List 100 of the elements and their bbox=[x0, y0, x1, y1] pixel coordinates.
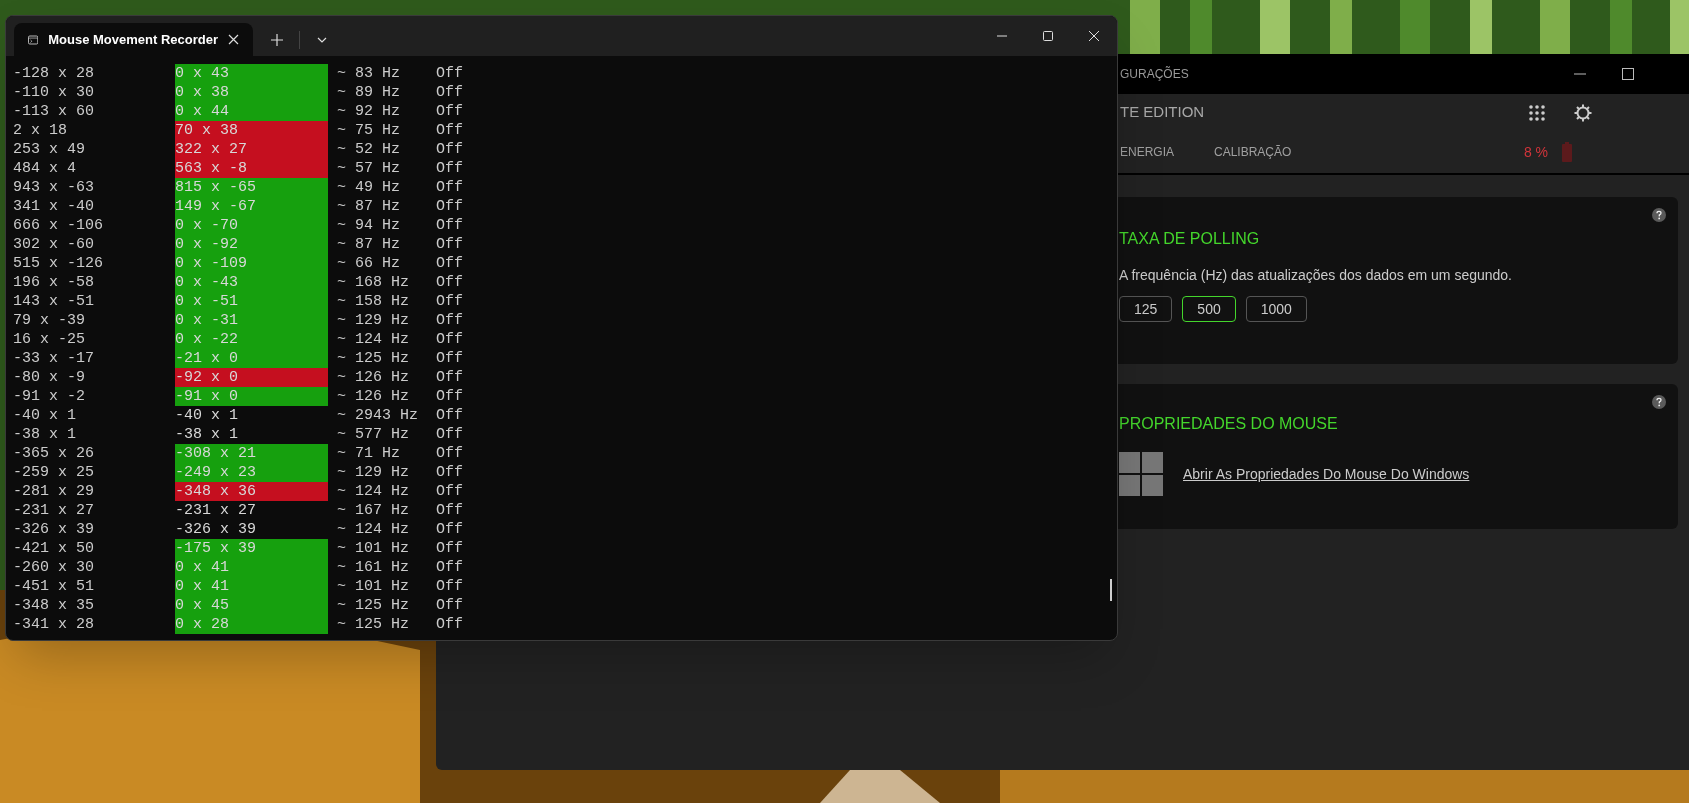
table-cell-text: -38 x 1 bbox=[13, 425, 77, 444]
table-cell-text: ~ 577 Hz bbox=[337, 425, 410, 444]
table-cell: -175 x 39 bbox=[175, 539, 328, 558]
table-cell: 0 x -43 bbox=[175, 273, 328, 292]
help-icon[interactable] bbox=[1652, 208, 1666, 222]
table-cell-text: 253 x 49 bbox=[13, 140, 86, 159]
table-cell-text: ~ 125 Hz bbox=[337, 596, 410, 615]
table-cell-text: ~ 125 Hz bbox=[337, 615, 410, 634]
table-cell-text: -281 x 29 bbox=[13, 482, 95, 501]
table-cell: Off bbox=[436, 463, 463, 482]
table-cell: Off bbox=[436, 482, 463, 501]
table-cell: Off bbox=[436, 121, 463, 140]
table-cell: -21 x 0 bbox=[175, 349, 328, 368]
table-cell-text: ~ 129 Hz bbox=[337, 463, 410, 482]
polling-rate-option[interactable]: 125 bbox=[1119, 296, 1173, 322]
table-cell-text: -33 x -17 bbox=[13, 349, 95, 368]
table-cell: Off bbox=[436, 216, 463, 235]
table-cell-text: -326 x 39 bbox=[175, 520, 257, 539]
table-cell-text: ~ 83 Hz bbox=[337, 64, 401, 83]
table-cell: Off bbox=[436, 577, 463, 596]
table-cell-text: ~ 124 Hz bbox=[337, 482, 410, 501]
table-cell-text: -260 x 30 bbox=[13, 558, 95, 577]
table-cell: -92 x 0 bbox=[175, 368, 328, 387]
polling-rate-option[interactable]: 1000 bbox=[1245, 296, 1307, 322]
table-cell: 0 x 41 bbox=[175, 577, 328, 596]
table-cell: Off bbox=[436, 387, 463, 406]
table-cell-text: 341 x -40 bbox=[13, 197, 95, 216]
table-cell: Off bbox=[436, 406, 463, 425]
close-tab-button[interactable] bbox=[228, 32, 239, 47]
polling-rate-option[interactable]: 500 bbox=[1182, 296, 1236, 322]
tab[interactable]: CALIBRAÇÃO bbox=[1214, 143, 1292, 161]
table-cell: Off bbox=[436, 140, 463, 159]
table-cell: 0 x -31 bbox=[175, 311, 328, 330]
tab[interactable]: ENERGIA bbox=[1120, 143, 1174, 161]
window-title: GURAÇÕES bbox=[1120, 65, 1189, 83]
table-cell: Off bbox=[436, 520, 463, 539]
table-cell-text: ~ 168 Hz bbox=[337, 273, 410, 292]
close-icon bbox=[1089, 31, 1099, 41]
table-cell-text: ~ 66 Hz bbox=[337, 254, 401, 273]
table-cell-text: ~ 2943 Hz bbox=[337, 406, 419, 425]
table-cell: 815 x -65 bbox=[175, 178, 328, 197]
table-cell-text: 143 x -51 bbox=[13, 292, 95, 311]
table-cell-text: 2 x 18 bbox=[13, 121, 68, 140]
link[interactable]: Abrir As Propriedades Do Mouse Do Windows bbox=[1183, 463, 1470, 485]
table-cell-text: -80 x -9 bbox=[13, 368, 86, 387]
table-cell-text: ~ 124 Hz bbox=[337, 520, 410, 539]
table-cell-text: -326 x 39 bbox=[13, 520, 95, 539]
table-cell-text: ~ 161 Hz bbox=[337, 558, 410, 577]
table-cell-text: -128 x 28 bbox=[13, 64, 95, 83]
table-cell-text: 943 x -63 bbox=[13, 178, 95, 197]
table-cell-text: -110 x 30 bbox=[13, 83, 95, 102]
table-cell: Off bbox=[436, 596, 463, 615]
table-cell-text: ~ 92 Hz bbox=[337, 102, 401, 121]
table-cell-text: -113 x 60 bbox=[13, 102, 95, 121]
table-cell-text: ~ 49 Hz bbox=[337, 178, 401, 197]
table-cell-text: -341 x 28 bbox=[13, 615, 95, 634]
section-title: PROPRIEDADES DO MOUSE bbox=[1119, 414, 1339, 434]
table-cell-text: -451 x 51 bbox=[13, 577, 95, 596]
table-cell: Off bbox=[436, 235, 463, 254]
close-icon bbox=[228, 34, 239, 45]
battery-icon bbox=[1562, 142, 1572, 162]
table-cell: Off bbox=[436, 273, 463, 292]
table-cell-text: -231 x 27 bbox=[13, 501, 95, 520]
table-cell: 0 x -92 bbox=[175, 235, 328, 254]
maximize-icon bbox=[1043, 31, 1053, 41]
table-cell-text: -40 x 1 bbox=[13, 406, 77, 425]
table-cell-text: -365 x 26 bbox=[13, 444, 95, 463]
table-cell: Off bbox=[436, 615, 463, 634]
tab-title: Mouse Movement Recorder bbox=[48, 30, 218, 49]
table-cell: Off bbox=[436, 197, 463, 216]
scrollbar-thumb[interactable] bbox=[1110, 579, 1112, 601]
table-cell: Off bbox=[436, 425, 463, 444]
table-cell: Off bbox=[436, 64, 463, 83]
table-cell: -348 x 36 bbox=[175, 482, 328, 501]
minimize-icon bbox=[1574, 73, 1586, 75]
plus-icon bbox=[271, 33, 283, 46]
table-cell: 0 x 44 bbox=[175, 102, 328, 121]
chevron-down-icon bbox=[317, 36, 327, 43]
terminal-tab[interactable]: Mouse Movement Recorder bbox=[14, 23, 253, 56]
table-cell-text: ~ 126 Hz bbox=[337, 387, 410, 406]
windows-logo-icon bbox=[1119, 452, 1163, 496]
table-cell-text: ~ 75 Hz bbox=[337, 121, 401, 140]
table-cell: 0 x 28 bbox=[175, 615, 328, 634]
table-cell-text: ~ 57 Hz bbox=[337, 159, 401, 178]
help-icon[interactable] bbox=[1652, 395, 1666, 409]
table-cell: 563 x -8 bbox=[175, 159, 328, 178]
table-cell: 70 x 38 bbox=[175, 121, 328, 140]
apps-grid-button[interactable] bbox=[1527, 102, 1547, 123]
table-cell: Off bbox=[436, 539, 463, 558]
table-cell: 322 x 27 bbox=[175, 140, 328, 159]
table-cell-text: ~ 94 Hz bbox=[337, 216, 401, 235]
table-cell-text: 79 x -39 bbox=[13, 311, 86, 330]
table-cell-text: 515 x -126 bbox=[13, 254, 104, 273]
table-cell: -308 x 21 bbox=[175, 444, 328, 463]
table-cell-text: ~ 158 Hz bbox=[337, 292, 410, 311]
settings-button[interactable] bbox=[1573, 102, 1593, 123]
table-cell-text: ~ 167 Hz bbox=[337, 501, 410, 520]
table-cell-text: -348 x 35 bbox=[13, 596, 95, 615]
gear-icon bbox=[1574, 103, 1592, 122]
maximize-icon bbox=[1622, 68, 1634, 80]
